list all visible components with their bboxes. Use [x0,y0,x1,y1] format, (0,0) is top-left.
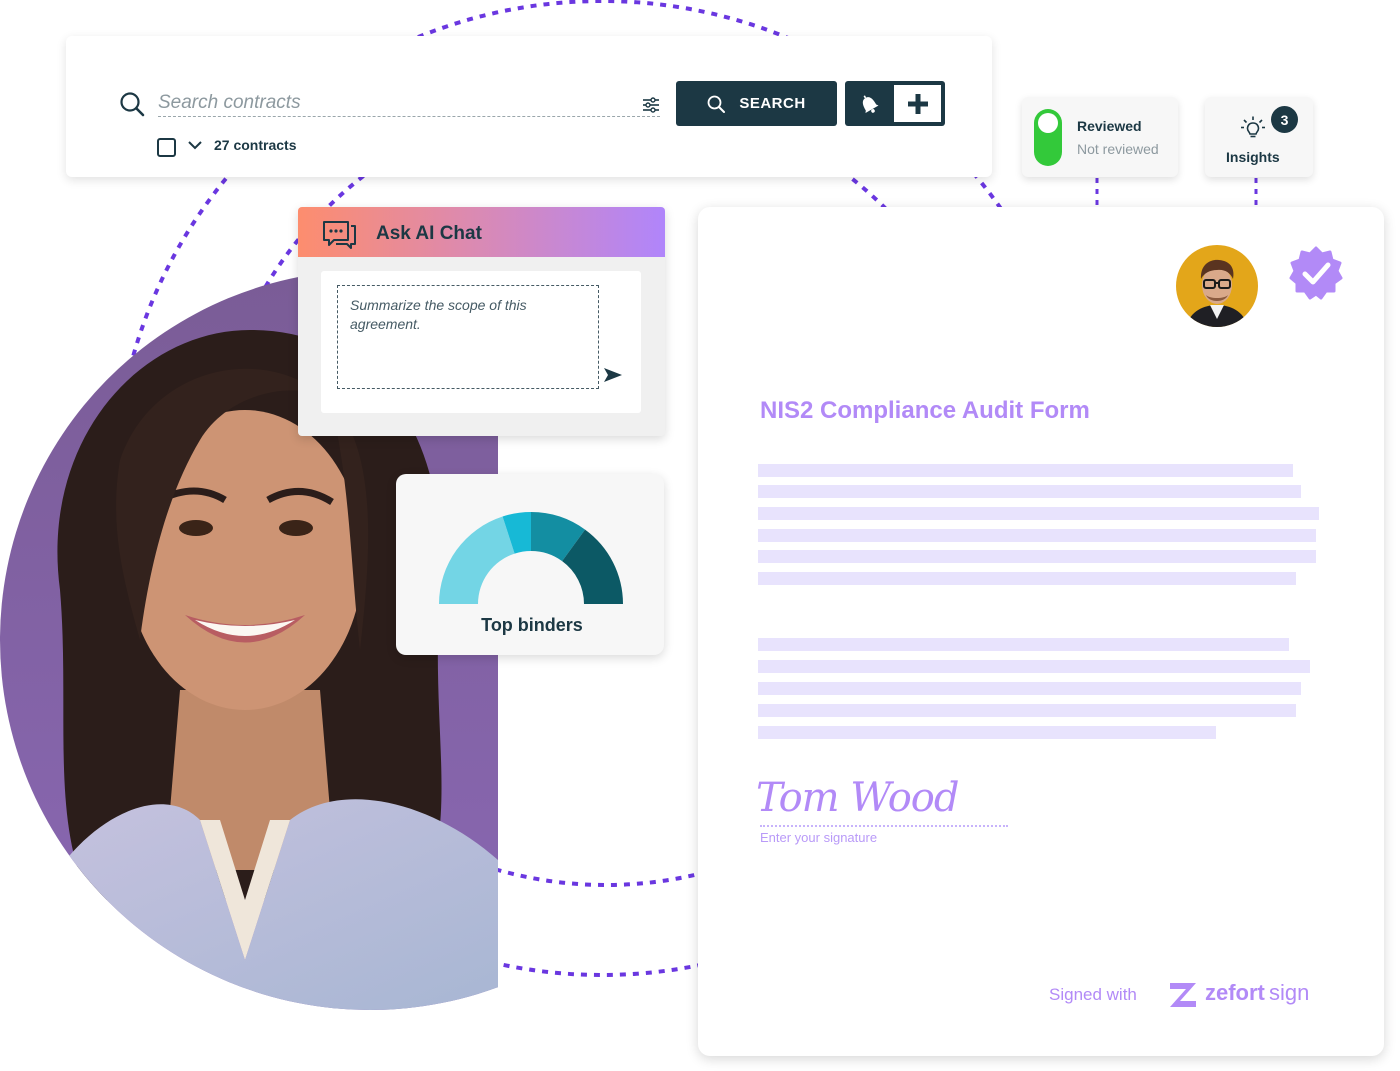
lightbulb-icon [1241,116,1265,138]
text-placeholder-line [758,529,1316,542]
send-arrow-icon[interactable] [603,367,623,383]
text-placeholder-line [758,638,1289,651]
search-panel: SEARCH 27 contracts [66,36,992,177]
sliders-icon[interactable] [642,96,660,114]
top-binders-label: Top binders [481,615,583,635]
top-binders-card[interactable]: Top binders [396,474,664,655]
text-placeholder-line [758,682,1301,695]
insights-label: Insights [1226,149,1280,165]
plus-icon [907,93,928,114]
review-status-card: Reviewed Not reviewed [1022,97,1178,177]
text-placeholder-line [758,485,1301,498]
reviewed-toggle[interactable] [1034,109,1062,166]
action-button-group [845,81,945,126]
zefort-logo-icon [1170,983,1196,1007]
contract-count: 27 contracts [214,137,297,153]
search-button[interactable]: SEARCH [676,81,837,126]
signature-value[interactable]: Tom Wood [756,775,959,821]
add-button[interactable] [894,85,941,122]
verified-badge-icon [1289,246,1343,300]
ai-chat-header: Ask AI Chat [298,207,665,257]
signed-with-label: Signed with [1049,985,1137,1004]
signature-line [760,825,1008,827]
ai-chat-panel: Ask AI Chat [298,207,665,436]
text-placeholder-line [758,726,1216,739]
document-title: NIS2 Compliance Audit Form [760,397,1090,424]
chevron-down-icon[interactable] [187,139,203,151]
search-input[interactable] [158,90,660,117]
text-placeholder-line [758,660,1310,673]
search-button-label: SEARCH [739,95,806,112]
toggle-knob [1038,113,1058,133]
not-reviewed-label: Not reviewed [1077,141,1159,157]
text-placeholder-line [758,550,1316,563]
brand-name-light: sign [1269,980,1310,1005]
ai-chat-body [321,271,641,413]
document-preview: NIS2 Compliance Audit Form Tom Wood Ente… [698,207,1384,1056]
bell-icon [862,94,879,113]
insights-button[interactable]: 3 Insights [1205,97,1313,177]
ai-chat-input[interactable] [337,285,599,389]
select-all-checkbox[interactable] [157,138,176,157]
text-placeholder-line [758,507,1319,520]
alerts-button[interactable] [845,81,893,126]
text-placeholder-line [758,464,1293,477]
chat-bubbles-icon [323,221,356,249]
top-binders-gauge [439,512,623,604]
signature-hint: Enter your signature [760,830,878,845]
brand-name-bold: zefort [1205,980,1265,1005]
gauge-segment-1 [439,516,515,604]
search-icon [707,95,726,113]
ai-chat-title: Ask AI Chat [376,223,482,244]
signer-avatar [1176,245,1258,327]
text-placeholder-line [758,572,1296,585]
reviewed-label: Reviewed [1077,118,1142,134]
search-icon[interactable] [119,91,145,117]
insights-count-badge: 3 [1271,106,1298,133]
text-placeholder-line [758,704,1296,717]
